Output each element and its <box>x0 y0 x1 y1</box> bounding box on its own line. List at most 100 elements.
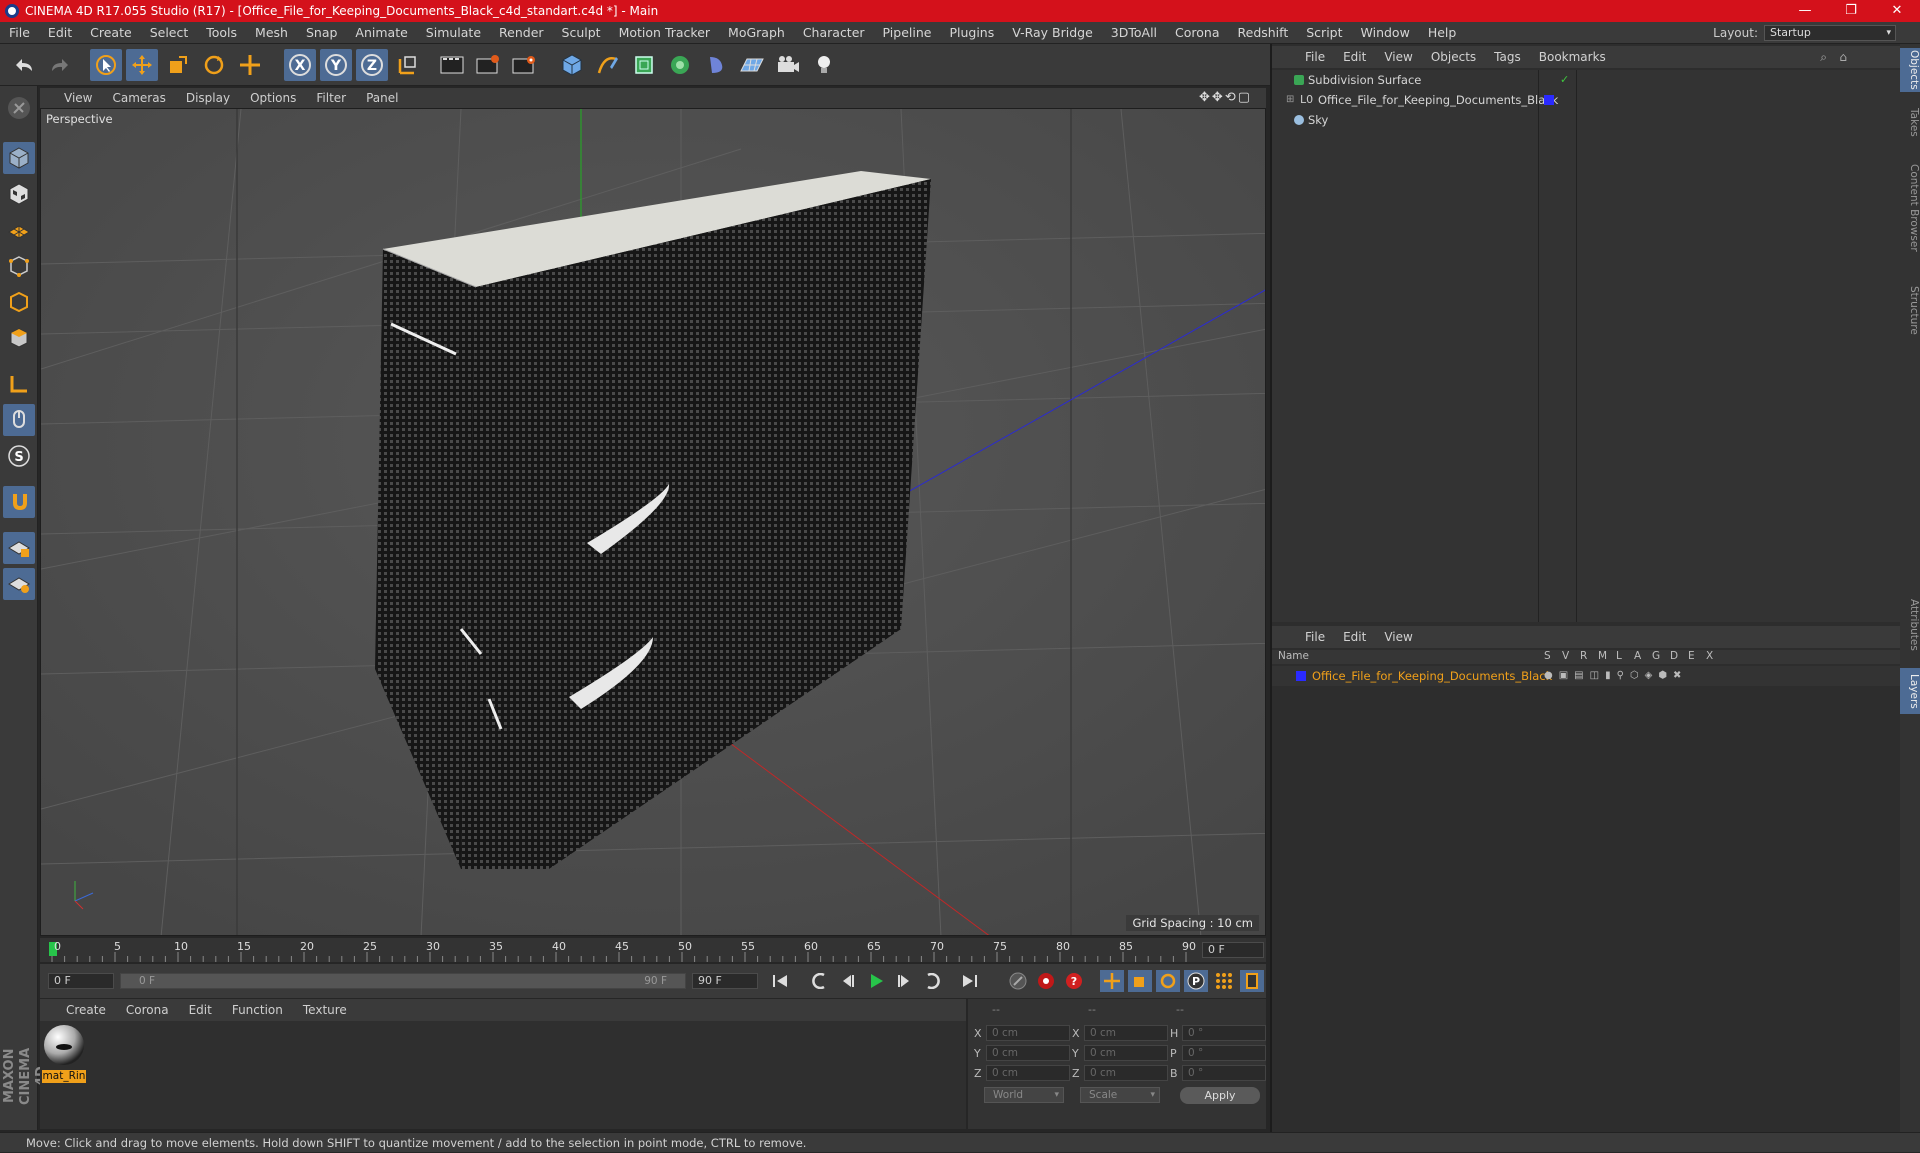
previous-key-icon[interactable] <box>808 970 832 992</box>
render-settings-icon[interactable] <box>508 49 540 81</box>
frame-range-slider[interactable]: 0 F 90 F <box>120 973 686 989</box>
cloner-icon[interactable] <box>664 49 696 81</box>
tab-layers[interactable]: Layers <box>1900 668 1920 714</box>
start-frame-field[interactable]: 0 F <box>48 973 114 989</box>
layers-menu-file[interactable]: File <box>1296 630 1334 644</box>
objects-menu-bookmarks[interactable]: Bookmarks <box>1530 50 1615 64</box>
menu-window[interactable]: Window <box>1352 25 1419 40</box>
menu-vray-bridge[interactable]: V-Ray Bridge <box>1003 25 1102 40</box>
scale-tool-icon[interactable] <box>162 49 194 81</box>
timeline-window-icon[interactable] <box>1240 970 1264 992</box>
layer-color-swatch[interactable] <box>1296 671 1306 681</box>
material-menu-function[interactable]: Function <box>222 1003 293 1017</box>
floor-grid-icon[interactable] <box>736 49 768 81</box>
layer-toggle-icons[interactable]: ●▣▤◫▮⚲⬡◈⬢✖ <box>1544 666 1687 686</box>
position-y-field[interactable]: 0 cm <box>986 1045 1070 1061</box>
point-level-animation-icon[interactable] <box>1212 970 1236 992</box>
menu-edit[interactable]: Edit <box>39 25 81 40</box>
tab-content-browser[interactable]: Content Browser <box>1900 148 1920 268</box>
tab-structure[interactable]: Structure <box>1900 280 1920 340</box>
object-row-subdivision-surface[interactable]: Subdivision Surface ✓ <box>1272 70 1900 90</box>
home-icon[interactable]: ⌂ <box>1830 50 1856 64</box>
size-y-field[interactable]: 0 cm <box>1084 1045 1168 1061</box>
render-view-icon[interactable] <box>436 49 468 81</box>
make-editable-icon[interactable] <box>3 92 35 124</box>
previous-frame-icon[interactable] <box>836 970 860 992</box>
tab-attributes[interactable]: Attributes <box>1900 590 1920 660</box>
menu-snap[interactable]: Snap <box>297 25 346 40</box>
polygons-mode-icon[interactable] <box>3 322 35 354</box>
live-selection-icon[interactable] <box>234 49 266 81</box>
go-to-end-icon[interactable] <box>958 970 982 992</box>
enable-axis-icon[interactable] <box>3 368 35 400</box>
viewport-menu-filter[interactable]: Filter <box>306 91 356 105</box>
menu-mograph[interactable]: MoGraph <box>719 25 794 40</box>
menu-sculpt[interactable]: Sculpt <box>553 25 610 40</box>
autokey-icon[interactable] <box>1034 970 1058 992</box>
layers-menu-view[interactable]: View <box>1375 630 1421 644</box>
layer-color-swatch[interactable] <box>1544 95 1554 105</box>
scale-key-icon[interactable] <box>1128 970 1152 992</box>
menu-mesh[interactable]: Mesh <box>246 25 297 40</box>
viewport-menu-cameras[interactable]: Cameras <box>102 91 175 105</box>
minimize-button[interactable]: — <box>1782 0 1828 22</box>
end-frame-field[interactable]: 90 F <box>692 973 758 989</box>
undo-icon[interactable] <box>8 49 40 81</box>
position-x-field[interactable]: 0 cm <box>986 1025 1070 1041</box>
layer-row[interactable]: Office_File_for_Keeping_Documents_Black … <box>1272 666 1900 686</box>
layers-menu-edit[interactable]: Edit <box>1334 630 1375 644</box>
material-menu-corona[interactable]: Corona <box>116 1003 179 1017</box>
model-mode-icon[interactable] <box>3 142 35 174</box>
material-swatch[interactable]: mat_Rin <box>42 1023 86 1083</box>
camera-icon[interactable] <box>772 49 804 81</box>
coordinate-mode-dropdown[interactable]: World <box>984 1087 1064 1103</box>
objects-menu-view[interactable]: View <box>1375 50 1421 64</box>
object-row-office-file[interactable]: ⊞ L0 Office_File_for_Keeping_Documents_B… <box>1272 90 1900 110</box>
magnet-icon[interactable] <box>3 486 35 518</box>
menu-pipeline[interactable]: Pipeline <box>874 25 941 40</box>
render-picture-viewer-icon[interactable] <box>472 49 504 81</box>
menu-select[interactable]: Select <box>141 25 198 40</box>
coordinate-system-icon[interactable] <box>392 49 424 81</box>
close-button[interactable]: ✕ <box>1874 0 1920 22</box>
subdivision-surface-icon[interactable] <box>628 49 660 81</box>
snap-icon[interactable]: S <box>3 440 35 472</box>
rotation-p-field[interactable]: 0 ° <box>1182 1045 1266 1061</box>
expand-icon[interactable]: ⊞ <box>1286 90 1294 110</box>
workplane-icon[interactable] <box>3 214 35 246</box>
rotation-h-field[interactable]: 0 ° <box>1182 1025 1266 1041</box>
next-key-icon[interactable] <box>920 970 944 992</box>
size-z-field[interactable]: 0 cm <box>1084 1065 1168 1081</box>
viewport-menu-view[interactable]: View <box>54 91 102 105</box>
deformer-icon[interactable] <box>700 49 732 81</box>
play-icon[interactable] <box>864 970 888 992</box>
menu-motion-tracker[interactable]: Motion Tracker <box>610 25 719 40</box>
next-frame-icon[interactable] <box>892 970 916 992</box>
cube-primitive-icon[interactable] <box>556 49 588 81</box>
timeline-ruler[interactable]: 0 5 10 15 20 25 30 35 40 45 50 55 60 65 … <box>40 938 1266 962</box>
points-mode-icon[interactable] <box>3 250 35 282</box>
menu-character[interactable]: Character <box>794 25 874 40</box>
z-axis-lock-icon[interactable]: Z <box>356 49 388 81</box>
size-x-field[interactable]: 0 cm <box>1084 1025 1168 1041</box>
menu-plugins[interactable]: Plugins <box>940 25 1003 40</box>
viewport-menu-options[interactable]: Options <box>240 91 306 105</box>
go-to-start-icon[interactable] <box>768 970 792 992</box>
menu-redshift[interactable]: Redshift <box>1229 25 1298 40</box>
keyframe-selection-icon[interactable]: ? <box>1062 970 1086 992</box>
parameter-key-icon[interactable]: P <box>1184 970 1208 992</box>
tab-takes[interactable]: Takes <box>1900 102 1920 142</box>
material-menu-texture[interactable]: Texture <box>293 1003 357 1017</box>
rotation-b-field[interactable]: 0 ° <box>1182 1065 1266 1081</box>
viewport-menu-display[interactable]: Display <box>176 91 240 105</box>
menu-corona[interactable]: Corona <box>1166 25 1228 40</box>
objects-menu-file[interactable]: File <box>1296 50 1334 64</box>
current-frame-field[interactable]: 0 F <box>1202 942 1264 958</box>
tweak-mode-icon[interactable] <box>3 404 35 436</box>
enabled-check-icon[interactable]: ✓ <box>1560 70 1569 90</box>
texture-mode-icon[interactable] <box>3 178 35 210</box>
menu-3dtoall[interactable]: 3DToAll <box>1102 25 1166 40</box>
viewport-menu-panel[interactable]: Panel <box>356 91 408 105</box>
layer-name[interactable]: Office_File_for_Keeping_Documents_Black <box>1312 666 1552 686</box>
select-arrow-icon[interactable] <box>90 49 122 81</box>
